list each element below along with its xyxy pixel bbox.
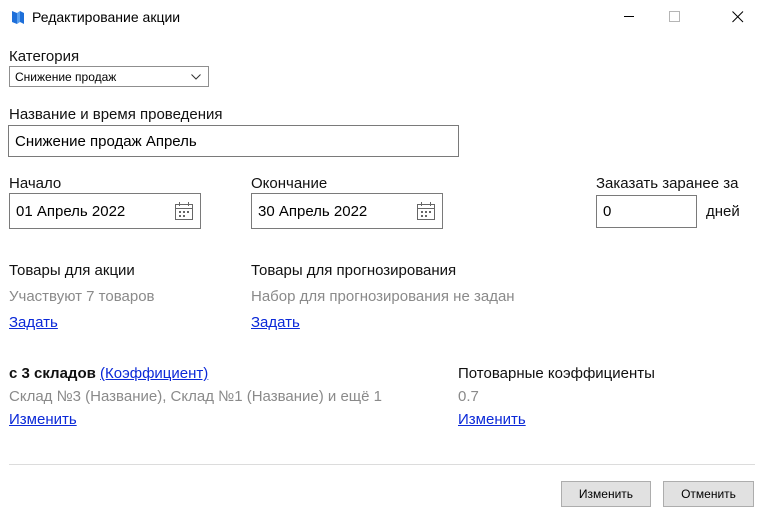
close-button[interactable] (715, 0, 761, 33)
item-coefficients-label: Потоварные коэффициенты (458, 365, 655, 382)
calendar-icon[interactable] (416, 201, 436, 221)
app-icon (12, 11, 24, 24)
start-date-picker[interactable]: 01 Апрель 2022 (9, 193, 201, 229)
days-unit-label: дней (706, 203, 740, 220)
name-input[interactable]: Снижение продаж Апрель (8, 125, 459, 157)
coefficient-link[interactable]: (Коэффициент) (100, 365, 208, 382)
warehouses-row: с 3 складов (Коэффициент) (9, 365, 208, 383)
window-title: Редактирование акции (32, 9, 181, 25)
close-icon (732, 10, 744, 22)
promo-goods-status: Участвуют 7 товаров (9, 288, 155, 305)
footer-divider (9, 464, 755, 465)
warehouses-list: Склад №3 (Название), Склад №1 (Название)… (9, 388, 382, 405)
forecast-goods-label: Товары для прогнозирования (251, 262, 457, 279)
order-ahead-label: Заказать заранее за (596, 175, 739, 192)
item-coefficients-value: 0.7 (458, 388, 479, 405)
order-ahead-input[interactable]: 0 (596, 195, 697, 228)
warehouses-label: с 3 складов (9, 365, 96, 382)
minimize-button[interactable] (606, 0, 652, 33)
chevron-down-icon (191, 74, 201, 80)
minimize-icon (623, 16, 634, 17)
cancel-button[interactable]: Отменить (663, 481, 754, 507)
start-date-value: 01 Апрель 2022 (16, 202, 126, 220)
order-ahead-value: 0 (603, 203, 612, 220)
promo-goods-label: Товары для акции (9, 262, 135, 279)
end-date-value: 30 Апрель 2022 (258, 202, 368, 220)
warehouses-change-link[interactable]: Изменить (9, 411, 77, 429)
start-label: Начало (9, 175, 62, 192)
forecast-goods-status: Набор для прогнозирования не задан (251, 288, 515, 305)
apply-button[interactable]: Изменить (561, 481, 651, 507)
maximize-button[interactable] (652, 0, 698, 33)
promo-goods-set-link[interactable]: Задать (9, 314, 58, 332)
forecast-goods-set-link[interactable]: Задать (251, 314, 300, 332)
category-select[interactable]: Снижение продаж (9, 66, 209, 87)
item-coefficients-change-link[interactable]: Изменить (458, 411, 526, 429)
maximize-icon (669, 10, 680, 22)
calendar-icon[interactable] (174, 201, 194, 221)
end-label: Окончание (251, 175, 328, 192)
category-label: Категория (9, 48, 80, 65)
end-date-picker[interactable]: 30 Апрель 2022 (251, 193, 443, 229)
name-input-value: Снижение продаж Апрель (15, 132, 197, 150)
name-time-label: Название и время проведения (9, 106, 223, 123)
category-selected-value: Снижение продаж (15, 69, 117, 84)
